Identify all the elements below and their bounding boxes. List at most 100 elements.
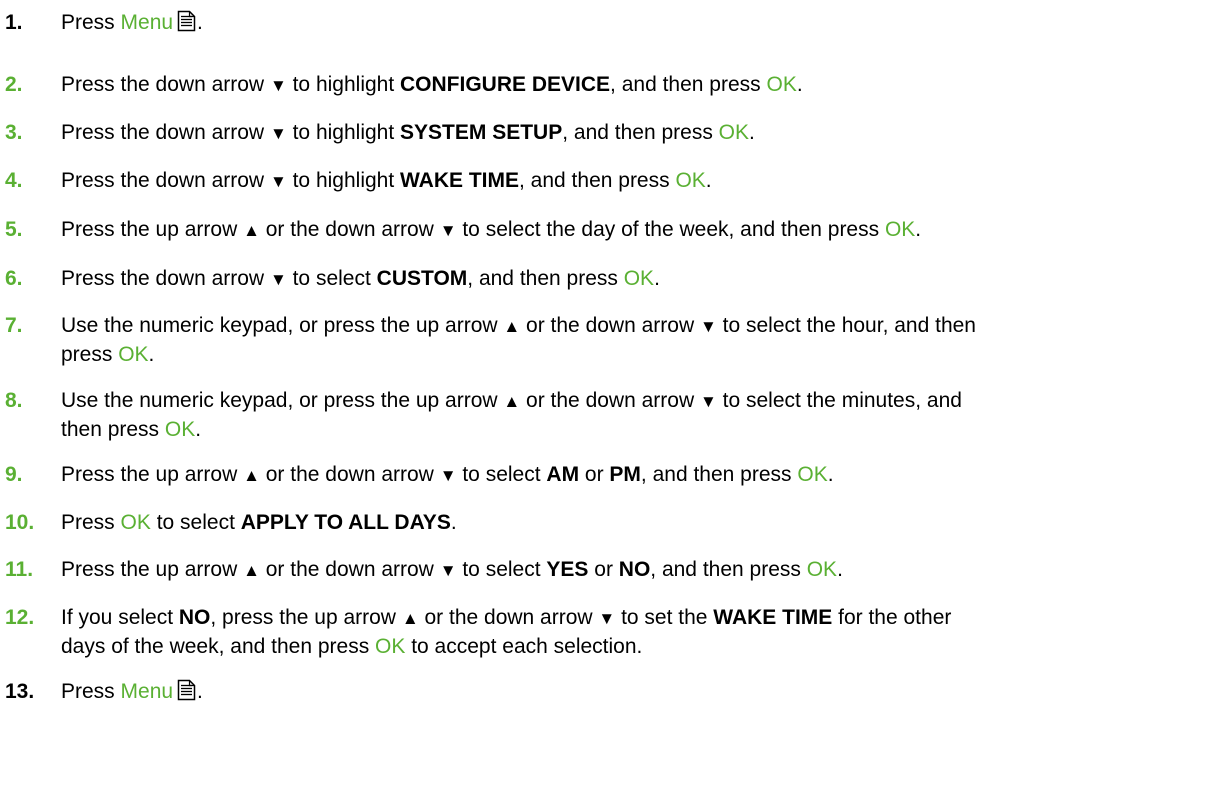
step-text-segment: . xyxy=(197,680,203,703)
step-text-segment: , and then press xyxy=(640,463,798,486)
button-label: OK xyxy=(806,558,838,581)
button-label: OK xyxy=(718,121,749,144)
step-text-segment: Use the numeric keypad, or press the up … xyxy=(61,389,504,412)
menu-option-label: SYSTEM SETUP xyxy=(400,121,563,144)
button-label: OK xyxy=(375,635,406,658)
step-text-segment: Press xyxy=(61,11,121,34)
step-number: 1. xyxy=(5,11,23,34)
down-arrow-icon: ▼ xyxy=(269,270,287,289)
menu-option-label: APPLY TO ALL DAYS xyxy=(240,511,451,534)
step-text-segment: or the down arrow xyxy=(259,218,440,241)
button-label: OK xyxy=(120,511,151,534)
down-arrow-icon: ▼ xyxy=(439,466,457,485)
step-text-segment: . xyxy=(796,73,803,96)
menu-option-label: NO xyxy=(618,558,651,581)
step-text-segment: for the other xyxy=(832,606,952,629)
step-text-segment: to highlight xyxy=(286,73,401,96)
menu-option-label: AM xyxy=(546,463,580,486)
step-text-segment: to highlight xyxy=(286,169,401,192)
button-label: OK xyxy=(164,418,196,441)
step-number: 6. xyxy=(5,267,23,290)
step-text-segment: . xyxy=(450,511,457,534)
step-text-segment: , and then press xyxy=(610,73,767,96)
step-text-segment: . xyxy=(705,169,712,192)
step-text-segment: or the down arrow xyxy=(418,606,599,629)
step-text-segment: to accept each selection. xyxy=(405,635,643,658)
step-number: 8. xyxy=(5,389,23,412)
up-arrow-icon: ▲ xyxy=(401,609,419,628)
menu-icon xyxy=(177,679,196,701)
step-text-segment: or the down arrow xyxy=(259,463,440,486)
menu-option-label: CUSTOM xyxy=(376,267,468,290)
step-text-segment: to select xyxy=(150,511,241,534)
step-text-segment: Press the down arrow xyxy=(61,73,270,96)
down-arrow-icon: ▼ xyxy=(699,392,717,411)
down-arrow-icon: ▼ xyxy=(598,609,616,628)
step-text: Press the down arrow ▼ to highlight SYST… xyxy=(61,119,1171,148)
step-text-segment: to select xyxy=(456,558,547,581)
step-text-segment: to highlight xyxy=(286,121,401,144)
step-text-segment: or the down arrow xyxy=(520,389,700,412)
step-text: Press the down arrow ▼ to highlight WAKE… xyxy=(61,167,1171,196)
down-arrow-icon: ▼ xyxy=(699,317,717,336)
step-text-segment: to select the minutes, and xyxy=(716,389,962,412)
step-text: Use the numeric keypad, or press the up … xyxy=(61,387,1171,444)
step-text-segment: , and then press xyxy=(467,267,624,290)
step-number: 10. xyxy=(5,511,35,534)
step-text-segment: Press xyxy=(61,511,121,534)
down-arrow-icon: ▼ xyxy=(439,221,457,240)
button-label: OK xyxy=(884,218,916,241)
step-text: Press the up arrow ▲ or the down arrow ▼… xyxy=(61,556,1171,585)
menu-option-label: CONFIGURE DEVICE xyxy=(400,73,611,96)
up-arrow-icon: ▲ xyxy=(503,392,521,411)
button-label: OK xyxy=(766,73,797,96)
button-label: Menu xyxy=(120,11,174,34)
step-text-segment: or xyxy=(588,558,619,581)
step-text-segment: press xyxy=(61,343,119,366)
step-text-segment: . xyxy=(915,218,922,241)
step-text: Press the down arrow ▼ to select CUSTOM,… xyxy=(61,265,1171,294)
up-arrow-icon: ▲ xyxy=(243,466,260,485)
step-number: 5. xyxy=(5,218,23,241)
step-text-segment: days of the week, and then press xyxy=(61,635,376,658)
step-text-segment: . xyxy=(827,463,834,486)
step-text-segment: to select the hour, and then xyxy=(716,314,976,337)
step-text-segment: to set the xyxy=(615,606,714,629)
step-number: 12. xyxy=(5,606,35,629)
step-text-segment: to select xyxy=(286,267,377,290)
menu-option-label: WAKE TIME xyxy=(400,169,520,192)
step-text: Press Menu. xyxy=(61,9,1171,37)
menu-option-label: NO xyxy=(178,606,211,629)
menu-option-label: YES xyxy=(546,558,589,581)
step-text: Press the down arrow ▼ to highlight CONF… xyxy=(61,71,1171,100)
step-text-segment: . xyxy=(837,558,843,581)
step-text: Use the numeric keypad, or press the up … xyxy=(61,312,1171,369)
step-text-segment: , and then press xyxy=(562,121,719,144)
step-text-segment: . xyxy=(749,121,755,144)
menu-option-label: WAKE TIME xyxy=(713,606,833,629)
step-text-segment: Press the up arrow xyxy=(61,218,244,241)
down-arrow-icon: ▼ xyxy=(269,172,287,191)
down-arrow-icon: ▼ xyxy=(269,76,287,95)
step-text-segment: , press the up arrow xyxy=(210,606,402,629)
step-text: If you select NO, press the up arrow ▲ o… xyxy=(61,604,1171,661)
step-number: 3. xyxy=(5,121,23,144)
step-text: Press OK to select APPLY TO ALL DAYS. xyxy=(61,509,1171,537)
step-number: 4. xyxy=(5,169,23,192)
button-label: OK xyxy=(797,463,828,486)
step-text-segment: Press the down arrow xyxy=(61,169,270,192)
step-text-segment: , and then press xyxy=(650,558,807,581)
step-text-segment: or the down arrow xyxy=(259,558,440,581)
menu-option-label: PM xyxy=(609,463,641,486)
step-number: 11. xyxy=(5,558,34,581)
step-text-segment: or xyxy=(579,463,610,486)
step-text-segment: Press the down arrow xyxy=(61,121,270,144)
step-text-segment: If you select xyxy=(61,606,179,629)
step-text-segment: or the down arrow xyxy=(520,314,700,337)
step-text-segment: to select xyxy=(456,463,547,486)
step-text-segment: Press the up arrow xyxy=(61,463,244,486)
step-text: Press Menu. xyxy=(61,678,1171,706)
up-arrow-icon: ▲ xyxy=(243,561,260,580)
procedure-steps: 1. Press Menu. 2. Press the down arrow ▼ to… xyxy=(0,0,1228,809)
up-arrow-icon: ▲ xyxy=(503,317,521,336)
